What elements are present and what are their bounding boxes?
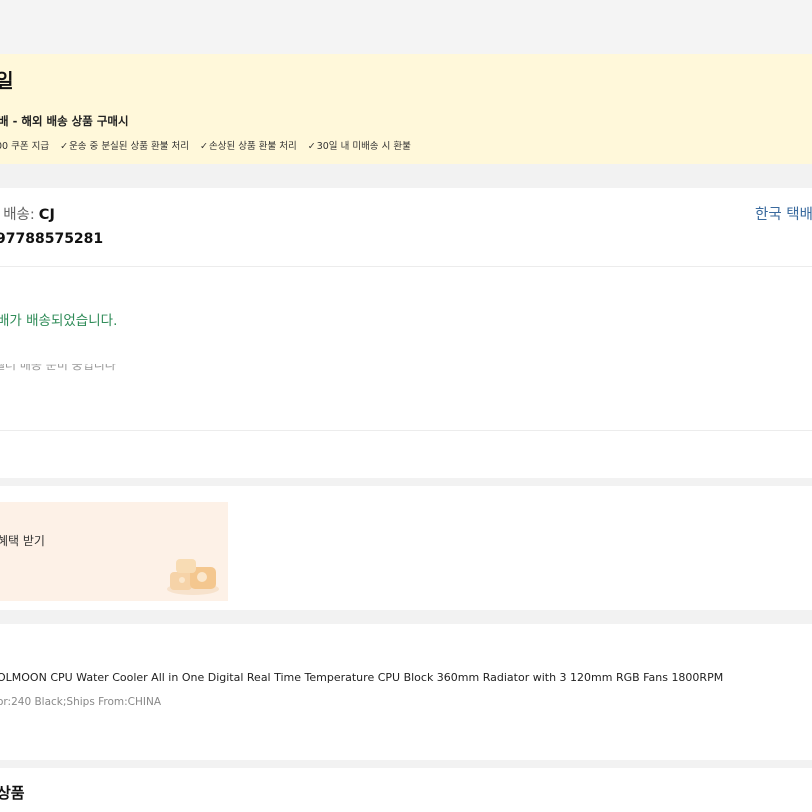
promo-banner[interactable]: 혜택 받기 — [0, 502, 228, 601]
shipping-card: · 배송:CJ 한국 택배 97788575281 배가 배송되었습니다. ⁄ … — [0, 188, 812, 478]
product-title[interactable]: OLMOON CPU Water Cooler All in One Digit… — [0, 671, 723, 684]
divider — [0, 430, 812, 431]
fade-overlay — [0, 370, 812, 400]
check-icon: ✓ — [307, 141, 316, 152]
shipping-status: 배가 배송되었습니다. — [0, 313, 118, 329]
benefit-item: ✓30일 내 미배송 시 환불 — [308, 138, 411, 152]
benefit-text: 손상된 상품 환불 처리 — [209, 141, 297, 152]
benefit-list: 00 쿠폰 지급 ✓운송 중 분실된 상품 환불 처리 ✓손상된 상품 환불 처… — [0, 138, 411, 152]
carrier-name: CJ — [38, 207, 55, 223]
carrier-label: · 배송: — [0, 207, 35, 223]
divider — [0, 266, 812, 267]
top-gray-area — [0, 0, 812, 54]
gift-box-icon — [167, 559, 219, 595]
carrier-info: · 배송:CJ — [0, 203, 55, 224]
promo-text: 혜택 받기 — [0, 534, 45, 548]
tracking-number: 97788575281 — [0, 231, 104, 247]
product-variant: or:240 Black;Ships From:CHINA — [0, 696, 162, 708]
benefit-item: ✓운송 중 분실된 상품 환불 처리 — [60, 138, 189, 152]
benefit-item: ✓손상된 상품 환불 처리 — [200, 138, 297, 152]
benefit-item: 00 쿠폰 지급 — [0, 138, 49, 152]
benefit-text: 30일 내 미배송 시 환불 — [316, 141, 411, 152]
product-card[interactable]: OLMOON CPU Water Cooler All in One Digit… — [0, 624, 812, 760]
check-icon: ✓ — [200, 141, 209, 152]
section-title: 상품 — [0, 784, 25, 802]
recommend-section: 상품 — [0, 768, 812, 812]
notice-title: 일 — [0, 70, 14, 92]
benefit-text: 00 쿠폰 지급 — [0, 141, 50, 152]
guarantee-notice: 일 배 - 해외 배송 상품 구매시 00 쿠폰 지급 ✓운송 중 분실된 상품… — [0, 54, 812, 164]
notice-subtitle: 배 - 해외 배송 상품 구매시 — [0, 114, 129, 128]
tracking-link[interactable]: 한국 택배 — [755, 203, 812, 224]
promo-card: 혜택 받기 — [0, 486, 812, 610]
check-icon: ✓ — [60, 141, 69, 152]
benefit-text: 운송 중 분실된 상품 환불 처리 — [69, 141, 190, 152]
